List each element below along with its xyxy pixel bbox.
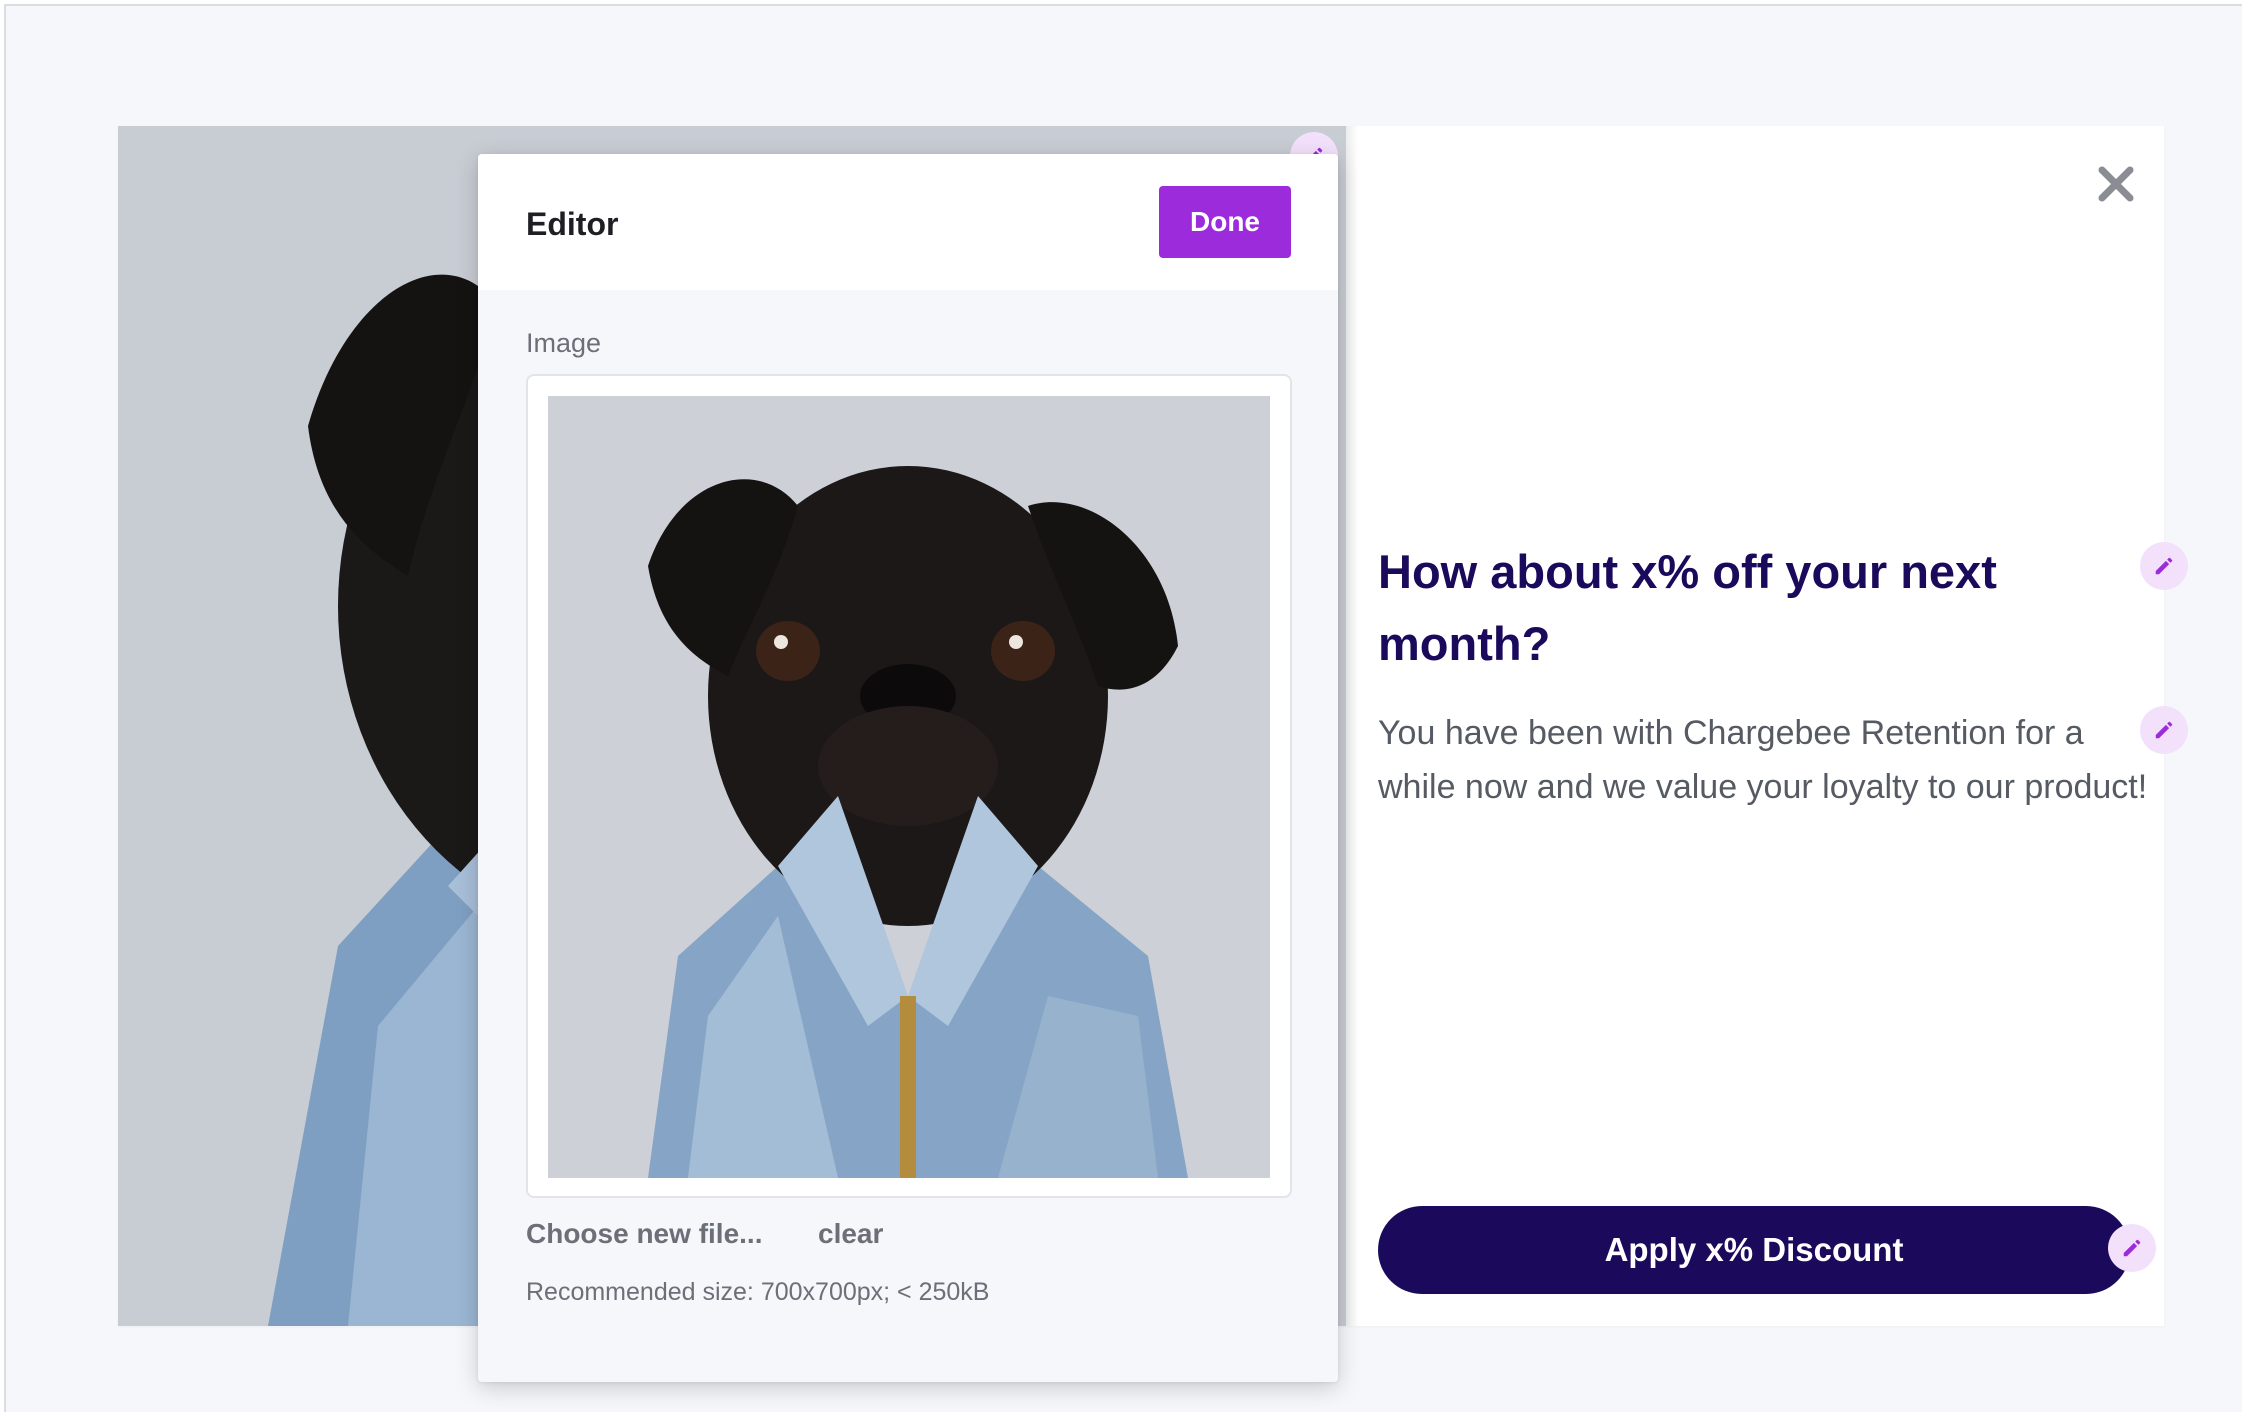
image-preview [548, 396, 1270, 1178]
edit-title-pencil-icon[interactable] [2140, 542, 2188, 590]
clear-link[interactable]: clear [818, 1218, 883, 1250]
pug-thumbnail [548, 396, 1270, 1178]
apply-discount-button[interactable]: Apply x% Discount [1378, 1206, 2130, 1294]
editor-title: Editor [526, 206, 619, 242]
offer-description: You have been with Chargebee Retention f… [1378, 714, 2148, 806]
done-button[interactable]: Done [1159, 186, 1291, 258]
offer-title: How about x% off your next month? [1378, 545, 1997, 670]
close-icon[interactable] [2088, 156, 2144, 212]
recommended-size-hint: Recommended size: 700x700px; < 250kB [526, 1278, 990, 1306]
preview-canvas: How about x% off your next month? You ha… [4, 4, 2242, 1412]
image-field-label: Image [526, 328, 602, 358]
editor-header: Editor Done [478, 154, 1338, 290]
image-preview-well[interactable] [526, 374, 1292, 1198]
image-editor-panel: Editor Done Image Choose new file... cle… [478, 154, 1338, 1382]
edit-description-pencil-icon[interactable] [2140, 706, 2188, 754]
choose-file-link[interactable]: Choose new file... [526, 1218, 762, 1250]
edit-button-pencil-icon[interactable] [2108, 1224, 2156, 1272]
panel-divider-shadow [1346, 126, 1358, 1326]
